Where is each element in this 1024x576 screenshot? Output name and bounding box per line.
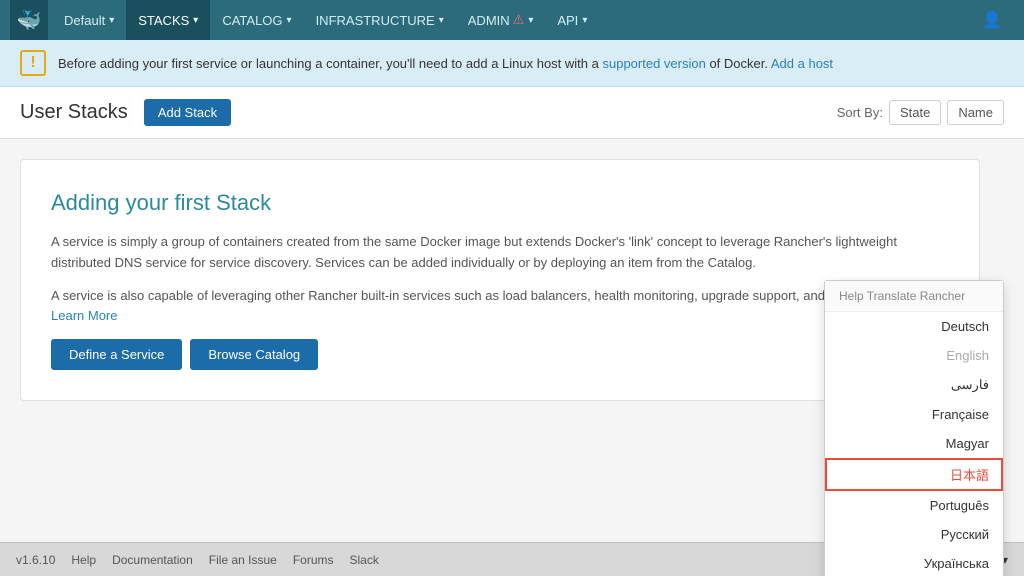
- page-title: User Stacks: [20, 101, 128, 124]
- nav-api[interactable]: API ▾: [545, 0, 599, 40]
- chevron-down-icon: ▾: [582, 15, 587, 26]
- chevron-down-icon: ▾: [528, 15, 533, 26]
- warning-banner: ! Before adding your first service or la…: [0, 40, 1024, 87]
- chevron-down-icon: ▾: [193, 15, 198, 26]
- alert-icon: ⚠: [513, 12, 525, 28]
- lang-english: English: [825, 341, 1003, 370]
- sort-controls: Sort By: State Name: [837, 100, 1004, 125]
- card-heading: Adding your first Stack: [51, 190, 949, 216]
- dropdown-header: Help Translate Rancher: [825, 281, 1003, 312]
- card-paragraph-1: A service is simply a group of container…: [51, 232, 949, 274]
- nav-default[interactable]: Default ▾: [52, 0, 126, 40]
- chevron-down-icon: ▾: [439, 15, 444, 26]
- nav-stacks[interactable]: STACKS ▾: [126, 0, 210, 40]
- learn-more-link[interactable]: Learn More: [51, 308, 117, 323]
- warning-icon: !: [20, 50, 46, 76]
- version-label: v1.6.10: [16, 553, 55, 567]
- add-stack-button[interactable]: Add Stack: [144, 99, 231, 126]
- app-logo[interactable]: 🐳: [10, 0, 48, 40]
- lang-japanese[interactable]: 日本語: [825, 458, 1003, 491]
- documentation-link[interactable]: Documentation: [112, 553, 193, 567]
- translate-dropdown: Help Translate Rancher Deutsch English ف…: [824, 280, 1004, 576]
- card-actions: Define a Service Browse Catalog: [51, 339, 949, 370]
- lang-portuguese[interactable]: Português: [825, 491, 1003, 520]
- sort-label: Sort By:: [837, 105, 883, 120]
- nav-admin[interactable]: ADMIN ⚠ ▾: [456, 0, 546, 40]
- add-host-link[interactable]: Add a host: [771, 56, 833, 71]
- file-issue-link[interactable]: File an Issue: [209, 553, 277, 567]
- lang-magyar[interactable]: Magyar: [825, 429, 1003, 458]
- supported-version-link[interactable]: supported version: [602, 56, 705, 71]
- sort-by-state-button[interactable]: State: [889, 100, 941, 125]
- lang-ukrainian[interactable]: Українська: [825, 549, 1003, 576]
- top-navigation: 🐳 Default ▾ STACKS ▾ CATALOG ▾ INFRASTRU…: [0, 0, 1024, 40]
- user-menu-button[interactable]: 👤: [970, 0, 1014, 40]
- lang-deutsch[interactable]: Deutsch: [825, 312, 1003, 341]
- card-paragraph-2: A service is also capable of leveraging …: [51, 286, 949, 328]
- chevron-down-icon: ▾: [287, 15, 292, 26]
- forums-link[interactable]: Forums: [293, 553, 334, 567]
- sort-by-name-button[interactable]: Name: [947, 100, 1004, 125]
- lang-farsi[interactable]: فارسی: [825, 370, 1003, 400]
- lang-russian[interactable]: Русский: [825, 520, 1003, 549]
- warning-text: Before adding your first service or laun…: [58, 56, 833, 71]
- slack-link[interactable]: Slack: [350, 553, 379, 567]
- chevron-down-icon: ▾: [109, 15, 114, 26]
- nav-catalog[interactable]: CATALOG ▾: [210, 0, 303, 40]
- lang-francaise[interactable]: Française: [825, 400, 1003, 429]
- define-service-button[interactable]: Define a Service: [51, 339, 182, 370]
- help-link[interactable]: Help: [71, 553, 96, 567]
- nav-right-section: 👤: [970, 0, 1014, 40]
- browse-catalog-button[interactable]: Browse Catalog: [190, 339, 318, 370]
- user-icon: 👤: [982, 10, 1002, 30]
- whale-icon: 🐳: [17, 8, 42, 33]
- page-header: User Stacks Add Stack Sort By: State Nam…: [0, 87, 1024, 139]
- nav-infrastructure[interactable]: INFRASTRUCTURE ▾: [304, 0, 456, 40]
